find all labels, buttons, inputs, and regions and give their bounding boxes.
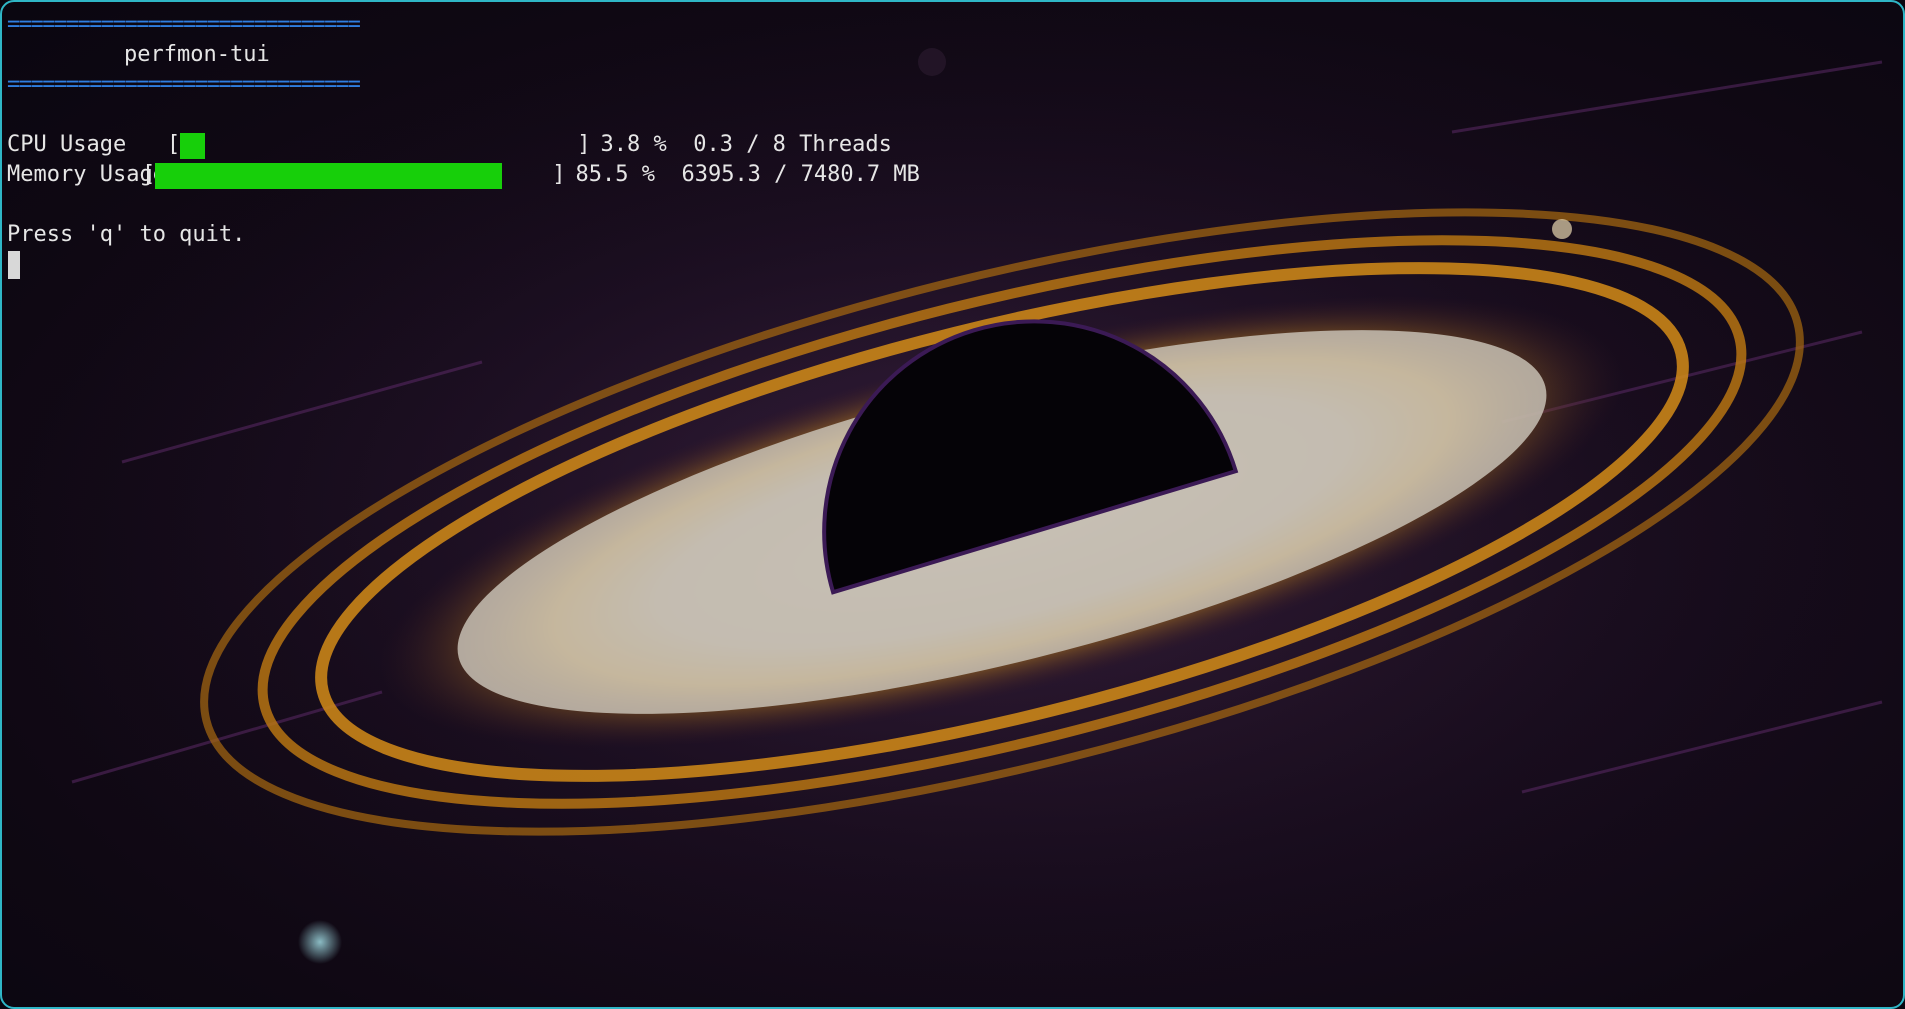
cpu-usage-bar-fill	[180, 133, 206, 159]
terminal-window[interactable]: ============================== perfmon-t…	[0, 0, 1905, 1009]
cpu-usage-label: CPU Usage	[7, 132, 127, 157]
cpu-usage-value: 3.8 % 0.3 / 8 Threads	[600, 132, 892, 157]
app-title-line: perfmon-tui	[7, 40, 920, 70]
header-rule-bottom: ==============================	[7, 72, 361, 97]
memory-usage-bar	[155, 160, 552, 190]
memory-usage-value: 85.5 % 6395.3 / 7480.7 MB	[575, 162, 920, 187]
cpu-bar-open-bracket: [	[167, 132, 181, 157]
cpu-bar-close-bracket: ]	[577, 132, 591, 157]
memory-usage-bar-fill	[155, 163, 503, 189]
header-rule-top: ==============================	[7, 12, 361, 37]
app-title: perfmon-tui	[124, 42, 270, 67]
memory-bar-close-bracket: ]	[552, 162, 566, 187]
memory-usage-row: Memory Usage [ ] 85.5 % 6395.3 / 7480.7 …	[7, 160, 920, 190]
cpu-usage-bar	[180, 130, 577, 160]
quit-hint: Press 'q' to quit.	[7, 222, 246, 247]
terminal-cursor[interactable]	[8, 251, 20, 279]
terminal-output: ============================== perfmon-t…	[7, 10, 920, 250]
memory-bar-open-bracket: [	[142, 162, 156, 187]
cpu-usage-row: CPU Usage [ ] 3.8 % 0.3 / 8 Threads	[7, 130, 920, 160]
memory-usage-label: Memory Usage	[7, 162, 166, 187]
